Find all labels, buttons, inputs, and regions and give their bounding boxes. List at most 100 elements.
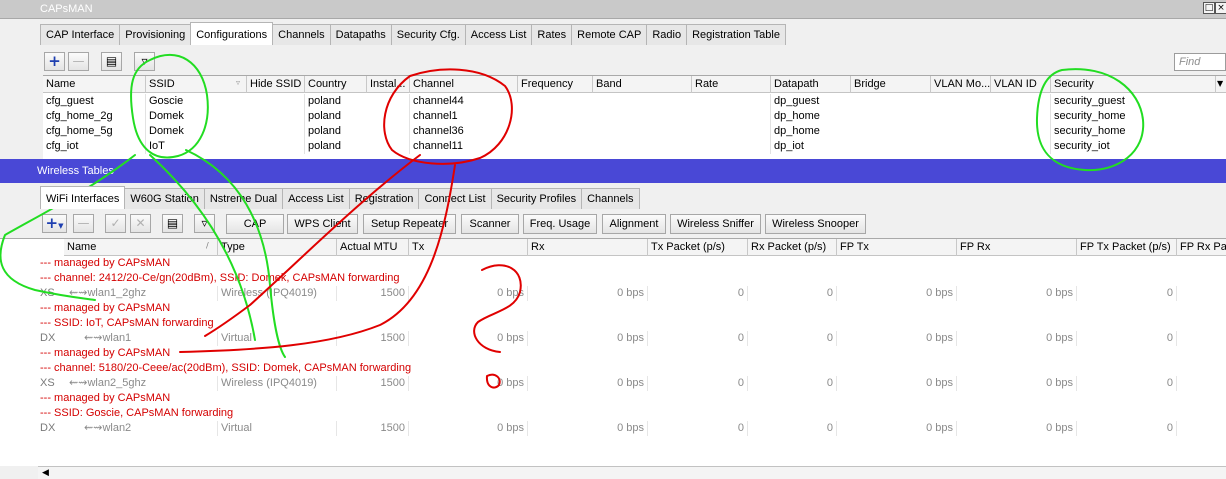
config-name: cfg_guest bbox=[46, 95, 94, 107]
sort-icon: / bbox=[206, 241, 209, 250]
filter-interface-button[interactable]: ▿ bbox=[194, 214, 215, 233]
interface-comment: --- channel: 5180/20-Ceee/ac(20dBm), SSI… bbox=[0, 361, 1226, 376]
tab-configurations[interactable]: Configurations bbox=[190, 22, 274, 45]
remove-interface-button[interactable]: — bbox=[73, 214, 94, 233]
col-vlan-id[interactable]: VLAN ID bbox=[990, 76, 1050, 93]
tab-datapaths[interactable]: Datapaths bbox=[329, 24, 392, 45]
tab-registration-table[interactable]: Registration Table bbox=[686, 24, 786, 45]
wireless-snooper-button[interactable]: Wireless Snooper bbox=[765, 214, 866, 234]
col-rx[interactable]: Rx bbox=[527, 239, 647, 256]
tab-radio[interactable]: Radio bbox=[646, 24, 688, 45]
tab-channels[interactable]: Channels bbox=[272, 24, 331, 45]
window-close-icon[interactable]: × bbox=[1215, 2, 1226, 14]
table-row[interactable]: XS ⇜⇝wlan2_5ghz Wireless (IPQ4019) 1500 … bbox=[0, 376, 1226, 391]
alignment-button[interactable]: Alignment bbox=[602, 214, 666, 234]
arrow-left-icon[interactable]: ◀ bbox=[42, 468, 49, 478]
col-tx-packet[interactable]: Tx Packet (p/s) bbox=[647, 239, 747, 256]
interface-fp-rx: 0 bps bbox=[956, 421, 1076, 436]
scanner-button[interactable]: Scanner bbox=[461, 214, 519, 234]
enable-interface-button[interactable]: ✓ bbox=[105, 214, 126, 233]
find-input[interactable]: Find bbox=[1174, 53, 1226, 71]
col-frequency[interactable]: Frequency bbox=[517, 76, 592, 93]
col-ssid[interactable]: SSID bbox=[145, 76, 246, 93]
col-channel[interactable]: Channel bbox=[409, 76, 517, 93]
col-name[interactable]: Name bbox=[64, 239, 217, 256]
note-icon: ▤ bbox=[166, 216, 179, 230]
col-fp-rx-packet[interactable]: FP Rx Pa bbox=[1176, 239, 1226, 256]
col-security[interactable]: Security bbox=[1050, 76, 1215, 93]
tab-registration[interactable]: Registration bbox=[348, 188, 420, 209]
interface-flags: XS bbox=[40, 287, 55, 299]
col-vlan-mode[interactable]: VLAN Mo... bbox=[930, 76, 990, 93]
comment-interface-button[interactable]: ▤ bbox=[162, 214, 183, 233]
tab-connect-list[interactable]: Connect List bbox=[418, 188, 492, 209]
col-fp-tx-packet[interactable]: FP Tx Packet (p/s) bbox=[1076, 239, 1176, 256]
interface-rx: 0 bps bbox=[527, 421, 647, 436]
table-row[interactable]: cfg_iot IoT poland channel11 dp_iot secu… bbox=[43, 139, 1226, 154]
comment-config-button[interactable]: ▤ bbox=[101, 52, 122, 71]
interface-mtu: 1500 bbox=[336, 331, 408, 346]
filter-config-button[interactable]: ▿ bbox=[134, 52, 155, 71]
interface-tx: 0 bps bbox=[408, 376, 527, 391]
table-row[interactable]: cfg_guest Goscie poland channel44 dp_gue… bbox=[43, 94, 1226, 109]
filter-icon: ▿ bbox=[201, 216, 208, 230]
remove-config-button[interactable]: — bbox=[68, 52, 89, 71]
add-interface-button[interactable]: +▼ bbox=[42, 214, 67, 233]
interface-fp-tx: 0 bps bbox=[836, 421, 956, 436]
interface-name-cell: ⇜⇝wlan1 bbox=[64, 331, 217, 346]
tab-rates[interactable]: Rates bbox=[531, 24, 573, 45]
tab-w60g-station[interactable]: W60G Station bbox=[124, 188, 205, 209]
config-ssid: Goscie bbox=[145, 94, 246, 109]
cap-button[interactable]: CAP bbox=[226, 214, 284, 234]
table-row[interactable]: cfg_home_2g Domek poland channel1 dp_hom… bbox=[43, 109, 1226, 124]
tab-wifi-interfaces[interactable]: WiFi Interfaces bbox=[40, 186, 126, 209]
interface-fp-tx-packet: 0 bbox=[1076, 421, 1176, 436]
column-menu-icon[interactable]: ▼ bbox=[1215, 76, 1226, 93]
col-actual-mtu[interactable]: Actual MTU bbox=[336, 239, 408, 256]
col-name[interactable]: Name bbox=[43, 76, 145, 93]
window-restore-icon[interactable]: □ bbox=[1203, 2, 1215, 14]
interface-comment: --- managed by CAPsMAN bbox=[0, 301, 1226, 316]
config-ssid: Domek bbox=[145, 124, 246, 139]
add-config-button[interactable]: + bbox=[44, 52, 65, 71]
col-type[interactable]: Type bbox=[217, 239, 336, 256]
interface-comment: --- managed by CAPsMAN bbox=[0, 391, 1226, 406]
table-row[interactable]: XS ⇜⇝wlan1_2ghz Wireless (IPQ4019) 1500 … bbox=[0, 286, 1226, 301]
col-bridge[interactable]: Bridge bbox=[850, 76, 930, 93]
interface-mtu: 1500 bbox=[336, 421, 408, 436]
col-band[interactable]: Band bbox=[592, 76, 691, 93]
tab-access-list[interactable]: Access List bbox=[282, 188, 350, 209]
table-row[interactable]: cfg_home_5g Domek poland channel36 dp_ho… bbox=[43, 124, 1226, 139]
tab-channels[interactable]: Channels bbox=[581, 188, 640, 209]
table-row[interactable]: DX ⇜⇝wlan2 Virtual 1500 0 bps 0 bps 0 0 … bbox=[0, 421, 1226, 436]
tab-cap-interface[interactable]: CAP Interface bbox=[40, 24, 121, 45]
setup-repeater-button[interactable]: Setup Repeater bbox=[363, 214, 456, 234]
tab-remote-cap[interactable]: Remote CAP bbox=[571, 24, 648, 45]
col-tx[interactable]: Tx bbox=[408, 239, 527, 256]
disable-interface-button[interactable]: ✕ bbox=[130, 214, 151, 233]
col-fp-tx[interactable]: FP Tx bbox=[836, 239, 956, 256]
col-rate[interactable]: Rate bbox=[691, 76, 770, 93]
wireless-sniffer-button[interactable]: Wireless Sniffer bbox=[670, 214, 761, 234]
interface-flags: DX bbox=[40, 422, 56, 434]
col-datapath[interactable]: Datapath bbox=[770, 76, 850, 93]
interface-rx-packet: 0 bbox=[747, 331, 836, 346]
col-installation[interactable]: Instal... bbox=[366, 76, 409, 93]
interface-rx: 0 bps bbox=[527, 331, 647, 346]
tab-provisioning[interactable]: Provisioning bbox=[119, 24, 192, 45]
cross-icon: ✕ bbox=[135, 216, 146, 230]
col-fp-rx[interactable]: FP Rx bbox=[956, 239, 1076, 256]
interface-tx: 0 bps bbox=[408, 331, 527, 346]
tab-security-cfg[interactable]: Security Cfg. bbox=[390, 24, 466, 45]
freq-usage-button[interactable]: Freq. Usage bbox=[523, 214, 597, 234]
col-rx-packet[interactable]: Rx Packet (p/s) bbox=[747, 239, 836, 256]
col-hide-ssid[interactable]: Hide SSID bbox=[246, 76, 304, 93]
wps-client-button[interactable]: WPS Client bbox=[287, 214, 358, 234]
horizontal-scrollbar[interactable]: ◀ bbox=[38, 466, 1226, 479]
col-country[interactable]: Country bbox=[304, 76, 366, 93]
tab-security-profiles[interactable]: Security Profiles bbox=[490, 188, 583, 209]
interface-comment: --- managed by CAPsMAN bbox=[0, 256, 1226, 271]
table-row[interactable]: DX ⇜⇝wlan1 Virtual 1500 0 bps 0 bps 0 0 … bbox=[0, 331, 1226, 346]
tab-access-list[interactable]: Access List bbox=[464, 24, 533, 45]
tab-nstreme-dual[interactable]: Nstreme Dual bbox=[203, 188, 284, 209]
